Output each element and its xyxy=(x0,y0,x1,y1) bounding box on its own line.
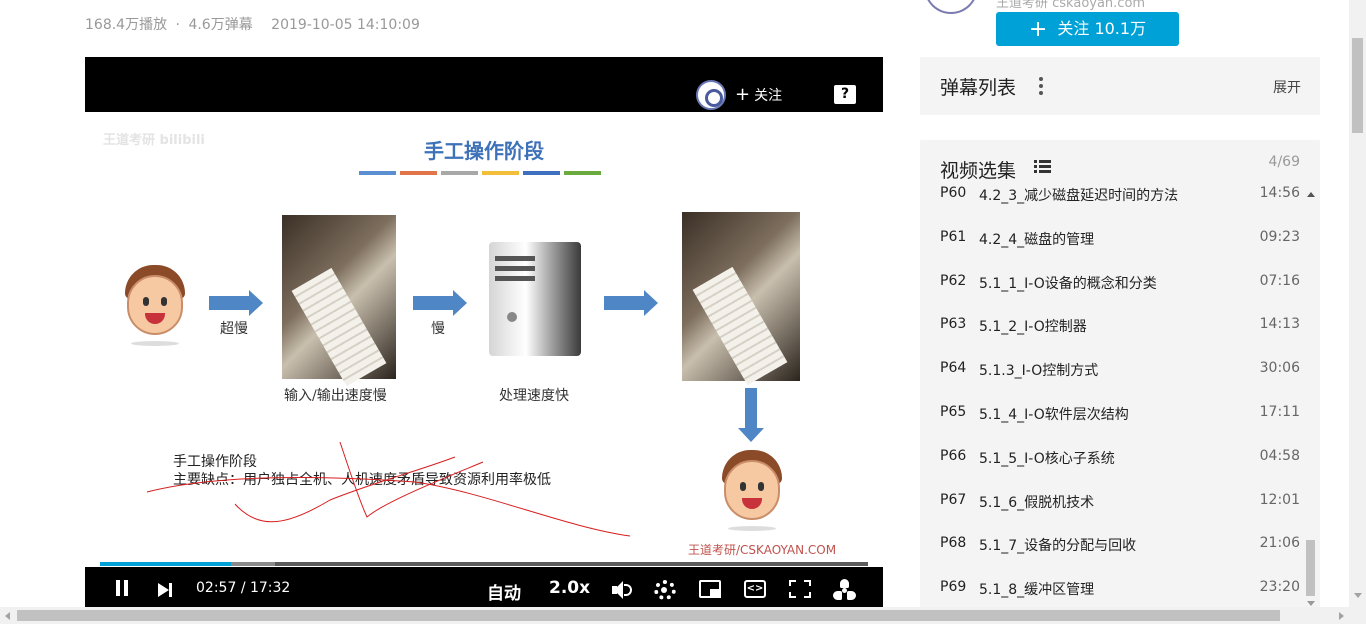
episode-duration: 09:23 xyxy=(1259,228,1300,245)
player-follow-button[interactable]: + 关注 xyxy=(735,84,782,105)
episode-item[interactable]: P65 5.1_4_I-O软件层次结构 17:11 xyxy=(920,390,1306,434)
episode-index: P67 xyxy=(940,491,967,508)
window-vertical-scrollbar[interactable] xyxy=(1349,0,1366,607)
window-hscroll-thumb[interactable] xyxy=(17,610,1280,621)
episode-title: 5.1_2_I-O控制器 xyxy=(979,319,1087,336)
episode-duration: 12:01 xyxy=(1259,491,1300,508)
follow-button[interactable]: + 关注 10.1万 xyxy=(996,12,1179,46)
episode-index: P61 xyxy=(940,228,967,245)
scroll-right-arrow-icon[interactable] xyxy=(1339,612,1344,620)
danmaku-list-panel: 弹幕列表 展开 xyxy=(920,57,1320,115)
episode-index: P66 xyxy=(940,447,967,464)
pause-icon[interactable] xyxy=(113,577,131,599)
episode-title: 5.1.3_I-O控制方式 xyxy=(979,363,1099,380)
meta-separator: · xyxy=(175,17,180,33)
publish-date: 2019-10-05 14:10:09 xyxy=(271,17,420,33)
episode-title: 4.2_4_磁盘的管理 xyxy=(979,231,1095,248)
time-display: 02:57 / 17:32 xyxy=(196,580,290,596)
danmaku-count: 4.6万弹幕 xyxy=(188,17,253,33)
scrollbar-thumb[interactable] xyxy=(1306,540,1315,596)
episode-item[interactable]: P68 5.1_7_设备的分配与回收 21:06 xyxy=(920,521,1306,565)
picture-in-picture-icon[interactable] xyxy=(699,580,721,598)
video-player[interactable]: + 关注 ? 王道考研 bilibili 手工操作阶段 超慢 输入/输出速度慢 慢… xyxy=(85,57,883,607)
episode-duration: 14:13 xyxy=(1259,316,1300,333)
player-controls: 02:57 / 17:32 自动 2.0x <> xyxy=(85,569,883,607)
video-meta: 168.4万播放 · 4.6万弹幕 2019-10-05 14:10:09 xyxy=(85,14,424,34)
episode-item[interactable]: P69 5.1_8_缓冲区管理 23:20 xyxy=(920,565,1306,609)
help-icon[interactable]: ? xyxy=(834,85,856,104)
volume-icon[interactable] xyxy=(610,580,632,600)
uploader-avatar[interactable] xyxy=(924,0,978,14)
danmaku-list-title: 弹幕列表 xyxy=(940,77,1017,99)
episode-duration: 23:20 xyxy=(1259,579,1300,596)
episode-title: 5.1_7_设备的分配与回收 xyxy=(979,538,1137,555)
danmaku-shield-icon[interactable] xyxy=(833,579,857,601)
episode-item[interactable]: P67 5.1_6_假脱机技术 12:01 xyxy=(920,478,1306,522)
episode-index: P68 xyxy=(940,535,967,552)
episode-item[interactable]: P64 5.1.3_I-O控制方式 30:06 xyxy=(920,346,1306,390)
episode-index: P64 xyxy=(940,360,967,377)
video-frame-slide: 王道考研 bilibili 手工操作阶段 超慢 输入/输出速度慢 慢 处理速度快 xyxy=(85,112,883,567)
settings-gear-icon[interactable] xyxy=(654,580,676,600)
plus-icon: + xyxy=(735,84,751,105)
uploader-avatar-small[interactable] xyxy=(696,80,726,110)
episode-title: 5.1_4_I-O软件层次结构 xyxy=(979,406,1129,423)
episode-title: 5.1_8_缓冲区管理 xyxy=(979,582,1095,599)
episode-item[interactable]: P66 5.1_5_I-O核心子系统 04:58 xyxy=(920,434,1306,478)
total-time: 17:32 xyxy=(249,580,291,596)
scroll-down-arrow-icon[interactable] xyxy=(1354,593,1362,598)
episode-index: P62 xyxy=(940,272,967,289)
progress-bar[interactable] xyxy=(100,562,868,566)
episode-duration: 07:16 xyxy=(1259,272,1300,289)
episode-duration: 30:06 xyxy=(1259,360,1300,377)
expand-danmaku-link[interactable]: 展开 xyxy=(1273,77,1301,97)
speed-button[interactable]: 2.0x xyxy=(549,578,590,598)
handwritten-ink-annotation xyxy=(146,441,631,537)
current-time: 02:57 xyxy=(196,580,237,596)
follow-button-label: 关注 10.1万 xyxy=(1057,19,1147,38)
scroll-left-arrow-icon[interactable] xyxy=(5,612,10,620)
episode-item[interactable]: P60 4.2_3_减少磁盘延迟时间的方法 14:56 xyxy=(920,171,1306,215)
episode-duration: 17:11 xyxy=(1259,403,1300,420)
follow-label: 关注 xyxy=(754,88,783,104)
episode-duration: 04:58 xyxy=(1259,447,1300,464)
episode-title: 4.2_3_减少磁盘延迟时间的方法 xyxy=(979,188,1179,204)
widescreen-icon[interactable]: <> xyxy=(744,580,766,598)
window-horizontal-scrollbar[interactable] xyxy=(0,607,1366,624)
page: 168.4万播放 · 4.6万弹幕 2019-10-05 14:10:09 + 关… xyxy=(0,0,1366,624)
played-range xyxy=(100,562,231,566)
uploader-name[interactable]: 王道考研 cskaoyan.com xyxy=(996,0,1145,11)
episode-list-scrollbar[interactable] xyxy=(1304,185,1316,606)
episode-title: 5.1_6_假脱机技术 xyxy=(979,494,1095,511)
episode-duration: 14:56 xyxy=(1259,185,1300,201)
more-options-icon[interactable] xyxy=(1039,77,1043,95)
episode-item[interactable]: P63 5.1_2_I-O控制器 14:13 xyxy=(920,302,1306,346)
scroll-down-arrow-icon[interactable] xyxy=(1307,601,1315,606)
fullscreen-icon[interactable] xyxy=(789,580,811,598)
episode-index: P63 xyxy=(940,316,967,333)
episode-title: 5.1_5_I-O核心子系统 xyxy=(979,450,1115,467)
episode-index: P60 xyxy=(940,185,967,201)
next-episode-icon[interactable] xyxy=(157,582,173,598)
episode-item[interactable]: P61 4.2_4_磁盘的管理 09:23 xyxy=(920,215,1306,259)
episode-list-panel: 视频选集 4/69 P60 4.2_3_减少磁盘延迟时间的方法 14:56 P61 4.… xyxy=(920,140,1320,610)
episode-count: 4/69 xyxy=(1268,154,1300,170)
episode-list: P60 4.2_3_减少磁盘延迟时间的方法 14:56 P61 4.2_4_磁盘的管理 0… xyxy=(920,171,1306,609)
episode-item[interactable]: P62 5.1_1_I-O设备的概念和分类 07:16 xyxy=(920,259,1306,303)
play-count: 168.4万播放 xyxy=(85,17,168,33)
quality-button[interactable]: 自动 xyxy=(487,579,521,604)
window-vscroll-thumb[interactable] xyxy=(1352,38,1363,133)
scroll-up-arrow-icon[interactable] xyxy=(1307,192,1315,197)
brand-watermark: 王道考研/CSKAOYAN.COM xyxy=(688,543,837,557)
episode-index: P69 xyxy=(940,579,967,596)
episode-index: P65 xyxy=(940,403,967,420)
player-top-bar: + 关注 ? xyxy=(85,57,883,112)
time-separator: / xyxy=(240,580,246,596)
episode-duration: 21:06 xyxy=(1259,535,1300,552)
episode-title: 5.1_1_I-O设备的概念和分类 xyxy=(979,275,1157,292)
plus-icon: + xyxy=(1028,17,1048,42)
